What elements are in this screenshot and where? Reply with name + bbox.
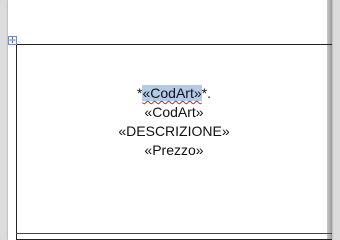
document-workspace: ✛ *«CodArt»*. «CodArt» «DESCRIZIONE» «Pr… xyxy=(0,0,340,240)
merge-fields-block[interactable]: *«CodArt»*. «CodArt» «DESCRIZIONE» «Prez… xyxy=(16,84,332,160)
barcode-suffix: *. xyxy=(201,85,211,101)
move-arrows-icon: ✛ xyxy=(9,35,16,45)
merge-field-codart-selected[interactable]: «CodArt» xyxy=(142,85,202,101)
table-move-handle[interactable]: ✛ xyxy=(8,36,17,45)
merge-field-codart[interactable]: «CodArt» xyxy=(16,103,332,122)
table-row-border xyxy=(16,233,332,234)
merge-field-descrizione[interactable]: «DESCRIZIONE» xyxy=(16,122,332,141)
barcode-line[interactable]: *«CodArt»*. xyxy=(16,84,332,103)
merge-field-prezzo[interactable]: «Prezzo» xyxy=(16,141,332,160)
